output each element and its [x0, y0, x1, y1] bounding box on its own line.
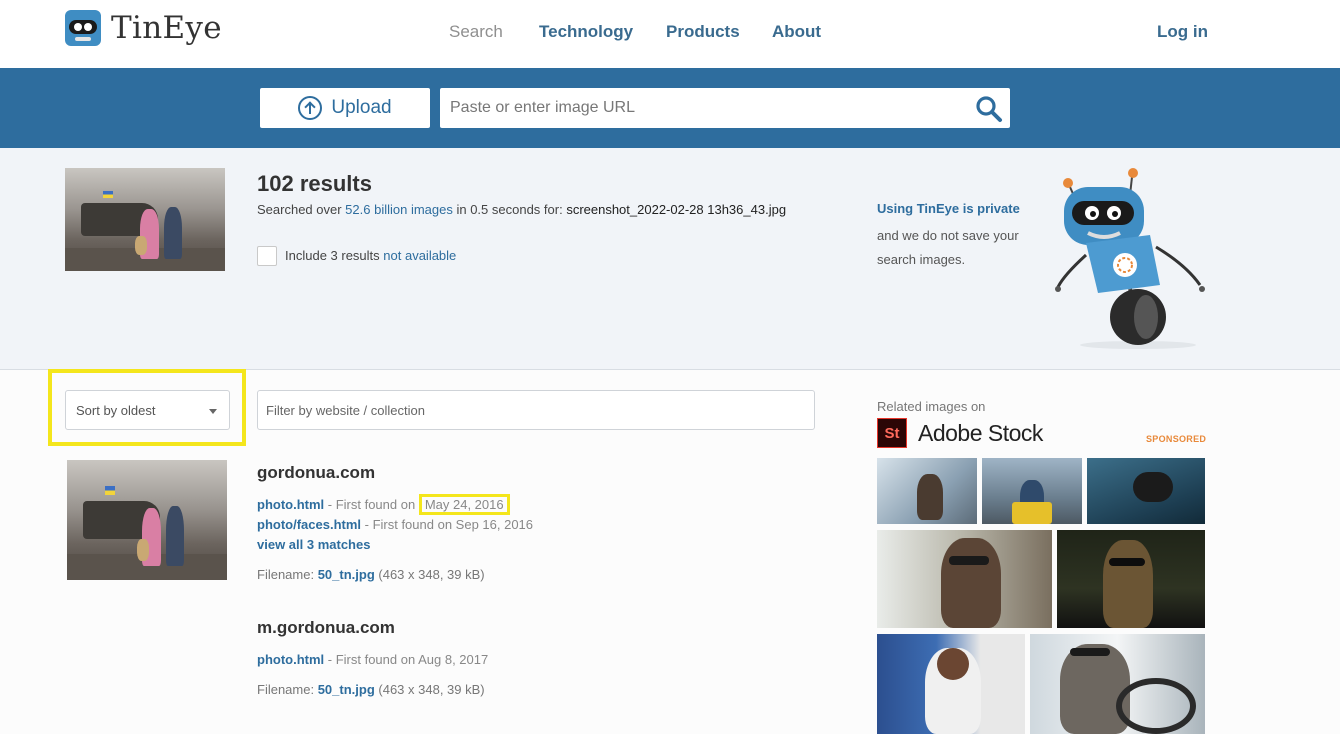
upload-button[interactable]: Upload [260, 88, 430, 128]
filename-link[interactable]: 50_tn.jpg [318, 567, 375, 582]
stock-image[interactable] [877, 634, 1025, 734]
privacy-link[interactable]: Using TinEye is private [877, 201, 1020, 216]
related-images-label: Related images on [877, 399, 986, 414]
search-icon[interactable] [975, 95, 1003, 123]
stock-image[interactable] [877, 458, 977, 524]
search-band: Upload [0, 68, 1340, 148]
query-image-thumbnail [65, 168, 225, 271]
include-unavailable-checkbox[interactable] [257, 246, 277, 266]
image-url-input[interactable] [440, 88, 1010, 128]
view-all-matches-link[interactable]: view all 3 matches [257, 537, 370, 552]
match-row: photo.html - First found on Aug 8, 2017 [257, 652, 489, 667]
first-found-date: Sep 16, 2016 [455, 517, 534, 532]
stock-image[interactable] [1057, 530, 1205, 628]
top-header: TinEye Search Technology Products About … [0, 0, 1340, 68]
adobe-stock-name[interactable]: Adobe Stock [918, 420, 1043, 447]
sort-select[interactable]: Sort by oldest [65, 390, 230, 430]
results-count: 102 results [257, 171, 372, 196]
filename-row: Filename: 50_tn.jpg (463 x 348, 39 kB) [257, 682, 485, 697]
index-size-link[interactable]: 52.6 billion images [345, 202, 453, 217]
nav-products[interactable]: Products [666, 22, 740, 42]
upload-arrow-icon [298, 96, 323, 120]
tineye-logo[interactable]: TinEye [65, 10, 222, 46]
result-site[interactable]: gordonua.com [257, 463, 375, 483]
stock-image[interactable] [1030, 634, 1205, 734]
result-site[interactable]: m.gordonua.com [257, 618, 395, 638]
tineye-robot-icon [65, 10, 101, 46]
match-row: photo.html - First found on May 24, 2016 [257, 494, 510, 515]
website-filter-input[interactable] [257, 390, 815, 430]
match-page-link[interactable]: photo/faces.html [257, 517, 361, 532]
first-found-date: May 24, 2016 [418, 494, 510, 515]
brand-name: TinEye [111, 10, 222, 46]
query-filename: screenshot_2022-02-28 13h36_43.jpg [566, 202, 787, 217]
nav-search[interactable]: Search [449, 22, 503, 42]
chevron-down-icon [209, 409, 217, 414]
match-page-link[interactable]: photo.html [257, 497, 324, 512]
match-row: photo/faces.html - First found on Sep 16… [257, 517, 534, 532]
sort-value: Sort by oldest [76, 402, 156, 418]
upload-label: Upload [331, 97, 392, 118]
stock-image[interactable] [877, 530, 1052, 628]
login-link[interactable]: Log in [1157, 22, 1208, 42]
nav-technology[interactable]: Technology [539, 22, 633, 42]
first-found-date: Aug 8, 2017 [418, 652, 489, 667]
not-available-link[interactable]: not available [383, 248, 456, 263]
adobe-stock-logo-icon[interactable]: St [877, 418, 907, 448]
stock-image[interactable] [982, 458, 1082, 524]
result-thumbnail[interactable] [67, 460, 227, 580]
filename-link[interactable]: 50_tn.jpg [318, 682, 375, 697]
privacy-text: and we do not save your search images. [877, 228, 1019, 267]
filename-row: Filename: 50_tn.jpg (463 x 348, 39 kB) [257, 567, 485, 582]
include-unavailable-label: Include 3 results not available [285, 248, 457, 263]
stock-image[interactable] [1087, 458, 1205, 524]
nav-about[interactable]: About [772, 22, 821, 42]
search-details: Searched over 52.6 billion images in 0.5… [257, 202, 787, 217]
sponsored-label: SPONSORED [1146, 434, 1207, 444]
match-page-link[interactable]: photo.html [257, 652, 324, 667]
tineye-robot-mascot-icon [1055, 168, 1205, 349]
